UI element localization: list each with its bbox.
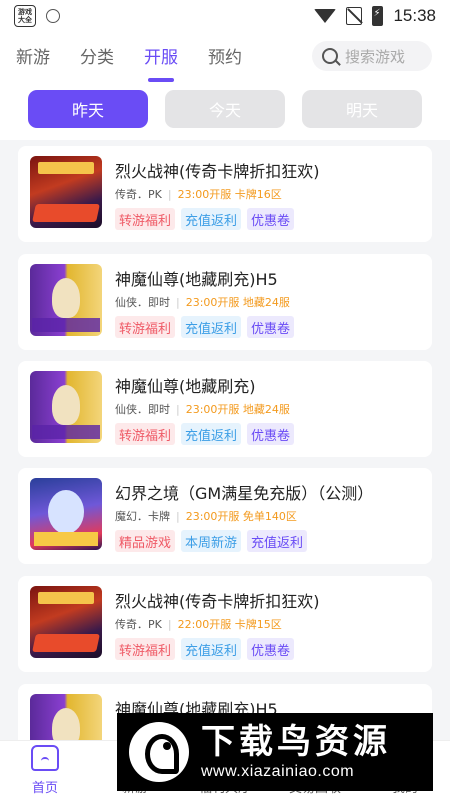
bottom-nav-home[interactable]: 首页 bbox=[0, 741, 90, 800]
tag[interactable]: 充值返利 bbox=[181, 316, 242, 338]
game-title: 幻界之境（GM满星免充版）（公测） bbox=[115, 484, 374, 503]
game-genre: 传奇．PK bbox=[115, 188, 162, 201]
tag-list: 转游福利 充值返利 优惠卷 bbox=[115, 423, 295, 445]
game-meta: 仙侠．即时 | 23:00开服 地藏24服 bbox=[115, 401, 290, 417]
meta-divider: | bbox=[176, 402, 180, 416]
tag-list: 转游福利 充值返利 优惠卷 bbox=[115, 208, 295, 230]
day-tabs: 昨天 今天 明天 bbox=[0, 82, 450, 140]
search-input[interactable]: 搜索游戏 bbox=[312, 41, 432, 71]
tag[interactable]: 转游福利 bbox=[115, 423, 176, 445]
meta-divider: | bbox=[176, 509, 180, 523]
tab-server-open[interactable]: 开服 bbox=[144, 43, 178, 82]
watermark-banner: 下载鸟资源 www.xiazainiao.com bbox=[117, 713, 433, 791]
app-icon-text: 游戏大全 bbox=[18, 8, 32, 24]
tag[interactable]: 转游福利 bbox=[115, 316, 176, 338]
tab-categories[interactable]: 分类 bbox=[80, 43, 114, 72]
game-thumbnail[interactable] bbox=[30, 371, 102, 443]
game-title: 烈火战神(传奇卡牌折扣狂欢) bbox=[115, 592, 320, 611]
game-genre: 传奇．PK bbox=[115, 618, 162, 631]
top-nav: 新游 分类 开服 预约 搜索游戏 bbox=[0, 32, 450, 82]
tag[interactable]: 充值返利 bbox=[181, 638, 242, 660]
game-meta: 魔幻．卡牌 | 23:00开服 免单140区 bbox=[115, 508, 297, 524]
game-genre: 仙侠．即时 bbox=[115, 403, 170, 416]
game-card[interactable]: 烈火战神(传奇卡牌折扣狂欢) 传奇．PK | 22:00开服 卡牌15区 转游福… bbox=[18, 576, 432, 672]
game-card[interactable]: 幻界之境（GM满星免充版）（公测） 魔幻．卡牌 | 23:00开服 免单140区… bbox=[18, 468, 432, 564]
watermark-text: 下载鸟资源 www.xiazainiao.com bbox=[201, 723, 391, 781]
bottom-nav-label: 首页 bbox=[31, 781, 58, 796]
app-icon: 游戏大全 bbox=[14, 5, 36, 27]
meta-divider: | bbox=[167, 617, 172, 631]
day-tab-tomorrow[interactable]: 明天 bbox=[302, 90, 422, 128]
tab-reservation[interactable]: 预约 bbox=[208, 43, 242, 72]
meta-divider: | bbox=[167, 187, 172, 201]
game-card[interactable]: 烈火战神(传奇卡牌折扣狂欢) 传奇．PK | 23:00开服 卡牌16区 转游福… bbox=[18, 146, 432, 242]
game-genre: 魔幻．卡牌 bbox=[115, 510, 170, 523]
game-meta: 传奇．PK | 23:00开服 卡牌16区 bbox=[115, 186, 282, 202]
server-time: 23:00开服 地藏24服 bbox=[185, 403, 290, 416]
server-time: 23:00开服 地藏24服 bbox=[185, 296, 290, 309]
game-card[interactable]: 神魔仙尊(地藏刷充)H5 仙侠．即时 | 23:00开服 地藏24服 转游福利 … bbox=[18, 254, 432, 350]
tag-list: 转游福利 充值返利 优惠卷 bbox=[115, 638, 295, 660]
search-placeholder: 搜索游戏 bbox=[345, 47, 406, 66]
day-tab-today[interactable]: 今天 bbox=[165, 90, 285, 128]
game-thumbnail[interactable] bbox=[30, 478, 102, 550]
game-thumbnail[interactable] bbox=[30, 264, 102, 336]
game-title: 烈火战神(传奇卡牌折扣狂欢) bbox=[115, 162, 320, 181]
tag[interactable]: 转游福利 bbox=[115, 208, 176, 230]
tag[interactable]: 优惠卷 bbox=[247, 638, 295, 660]
wifi-icon bbox=[314, 9, 337, 23]
tag[interactable]: 充值返利 bbox=[181, 423, 242, 445]
bird-logo-icon bbox=[129, 722, 189, 782]
game-meta: 传奇．PK | 22:00开服 卡牌15区 bbox=[115, 616, 282, 632]
status-time: 15:38 bbox=[393, 6, 436, 25]
tag[interactable]: 转游福利 bbox=[115, 638, 176, 660]
game-title: 神魔仙尊(地藏刷充)H5 bbox=[115, 270, 278, 289]
game-thumbnail[interactable] bbox=[30, 586, 102, 658]
game-thumbnail[interactable] bbox=[30, 156, 102, 228]
status-icons: 15:38 bbox=[314, 6, 436, 26]
tag-list: 转游福利 充值返利 优惠卷 bbox=[115, 316, 295, 338]
battery-icon bbox=[372, 6, 384, 26]
watermark-url: www.xiazainiao.com bbox=[201, 763, 355, 780]
no-sim-icon bbox=[346, 7, 363, 25]
tag[interactable]: 充值返利 bbox=[247, 530, 308, 552]
tag[interactable]: 优惠卷 bbox=[247, 423, 295, 445]
shield-icon bbox=[46, 9, 60, 23]
watermark-title: 下载鸟资源 bbox=[201, 722, 391, 762]
tab-new-games[interactable]: 新游 bbox=[16, 43, 50, 72]
status-bar: 游戏大全 15:38 bbox=[0, 0, 450, 32]
game-title: 神魔仙尊(地藏刷充) bbox=[115, 377, 256, 396]
game-genre: 仙侠．即时 bbox=[115, 296, 170, 309]
game-card[interactable]: 神魔仙尊(地藏刷充) 仙侠．即时 | 23:00开服 地藏24服 转游福利 充值… bbox=[18, 361, 432, 457]
search-icon bbox=[322, 48, 338, 64]
tag[interactable]: 充值返利 bbox=[181, 208, 242, 230]
server-time: 23:00开服 卡牌16区 bbox=[177, 188, 282, 201]
server-time: 22:00开服 卡牌15区 bbox=[177, 618, 282, 631]
game-meta: 仙侠．即时 | 23:00开服 地藏24服 bbox=[115, 294, 290, 310]
tag[interactable]: 本周新游 bbox=[181, 530, 242, 552]
meta-divider: | bbox=[176, 295, 180, 309]
tag[interactable]: 精品游戏 bbox=[115, 530, 176, 552]
tag-list: 精品游戏 本周新游 充值返利 bbox=[115, 530, 308, 552]
day-tab-yesterday[interactable]: 昨天 bbox=[28, 90, 148, 128]
home-icon bbox=[31, 745, 59, 771]
server-time: 23:00开服 免单140区 bbox=[185, 510, 297, 523]
tag[interactable]: 优惠卷 bbox=[247, 316, 295, 338]
tag[interactable]: 优惠卷 bbox=[247, 208, 295, 230]
